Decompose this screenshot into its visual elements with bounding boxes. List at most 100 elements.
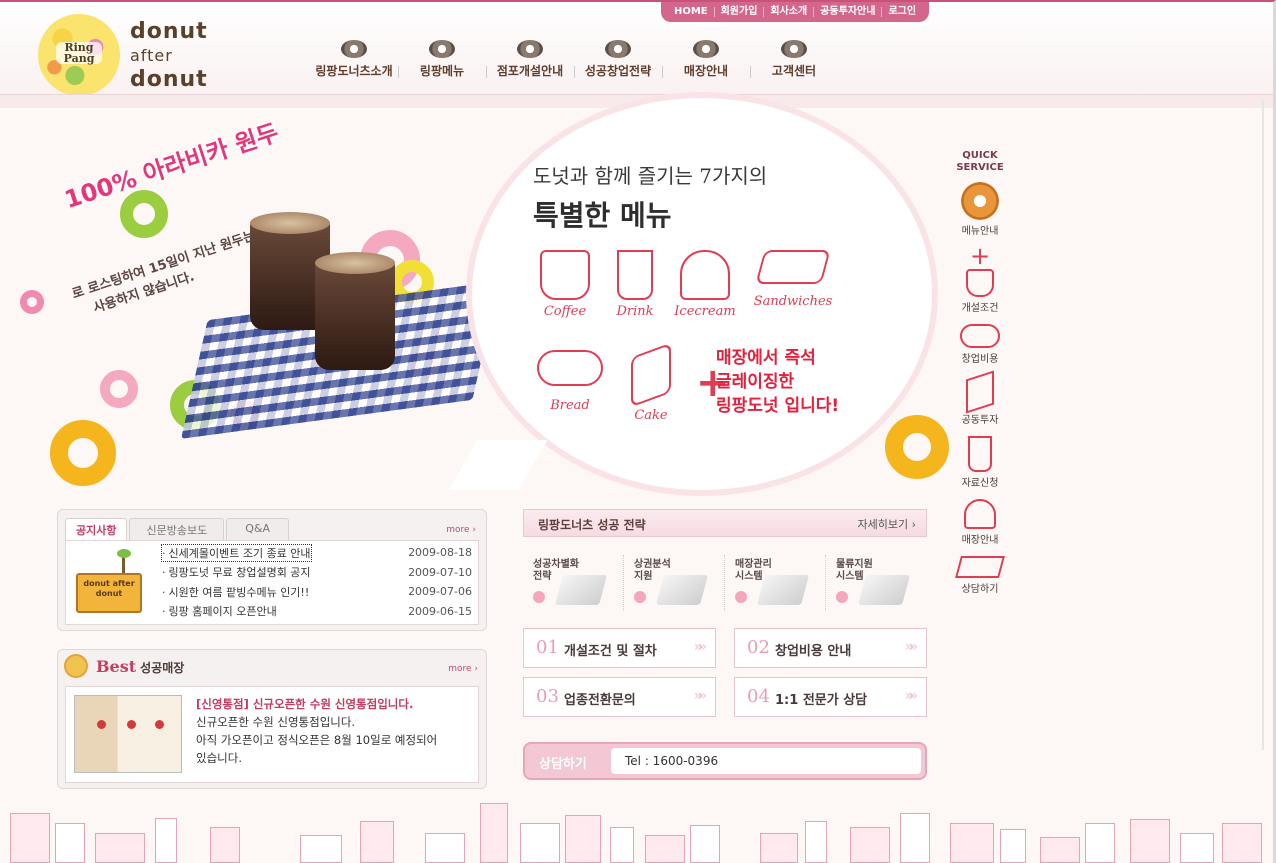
nav-item-menu[interactable]: 링팡메뉴 [398, 40, 486, 79]
notice-date: 2009-07-06 [408, 585, 472, 599]
house-icon [155, 818, 177, 863]
quick-item-consult[interactable]: 상담하기 [948, 556, 1012, 595]
quick-item-menu[interactable]: 메뉴안내 [948, 182, 1012, 237]
decor-ring-icon [120, 190, 168, 238]
decor-ring-icon [100, 370, 138, 408]
logo-wordmark: donut after donut [130, 20, 208, 92]
tab-press[interactable]: 신문방송보도 [129, 518, 225, 541]
best-store-header: Best 성공매장 more › [58, 650, 488, 682]
house-icon [10, 813, 50, 863]
list-item[interactable]: 링팡도넛 무료 창업설명회 공지 2009-07-10 [162, 563, 473, 583]
step-button-03[interactable]: 03 업종전환문의 »» [523, 677, 716, 717]
step-button-02[interactable]: 02 창업비용 안내 »» [734, 628, 927, 668]
house-icon [805, 821, 827, 863]
tab-notice[interactable]: 공지사항 [65, 518, 128, 541]
notice-title: 링팡도넛 무료 창업설명회 공지 [162, 564, 311, 580]
list-item[interactable]: 링팡 홈페이지 오픈안내 2009-06-15 [162, 602, 473, 622]
top-menu-signup[interactable]: 회원가입 [713, 7, 764, 17]
top-menu-investment[interactable]: 공동투자안내 [813, 7, 881, 17]
map-icon [655, 575, 709, 605]
quick-item-cost[interactable]: 창업비용 [948, 324, 1012, 365]
nav-item-store-open[interactable]: 점포개설안내 [486, 40, 574, 79]
quick-item-investment[interactable]: 공동투자 [948, 370, 1012, 426]
top-menu-home[interactable]: HOME [668, 7, 714, 17]
nav-item-stores[interactable]: 매장안내 [662, 40, 750, 79]
logo-ring-pang-text: Ring Pang [56, 42, 102, 64]
list-item[interactable]: 시원한 여름 팥빙수메뉴 인기!! 2009-07-06 [162, 582, 473, 602]
house-icon [950, 823, 994, 863]
strategy-item-market-analysis[interactable]: 상권분석 지원 [624, 555, 725, 611]
logo-line1: donut [130, 19, 208, 44]
quick-item-conditions[interactable]: + 개설조건 [948, 242, 1012, 314]
medal-icon [64, 654, 88, 678]
house-icon [95, 833, 145, 863]
store-photo[interactable] [74, 695, 182, 773]
menu-item-coffee[interactable]: Coffee [530, 250, 600, 319]
notice-more-link[interactable]: more › [446, 525, 476, 535]
menu-item-drink[interactable]: Drink [600, 250, 670, 319]
house-icon [425, 833, 465, 863]
quick-service-title: QUICK SERVICE [956, 150, 1004, 173]
notice-date: 2009-08-18 [408, 546, 472, 560]
coffee-cup-graphic [315, 252, 395, 370]
donut-icon [781, 40, 807, 58]
step-number: 04 [747, 686, 770, 707]
strategy-item-logistics[interactable]: 물류지원 시스템 [826, 555, 927, 611]
consult-bar[interactable]: 상담하기 Tel : 1600-0396 [523, 742, 927, 780]
nav-item-intro[interactable]: 링팡도너츠소개 [310, 40, 398, 79]
house-icon [1085, 823, 1115, 863]
menu-item-sandwiches[interactable]: Sandwiches [748, 250, 838, 309]
top-utility-menu: HOME 회원가입 회사소개 공동투자안내 로그인 [661, 2, 929, 22]
house-icon [645, 835, 685, 863]
house-icon [690, 825, 720, 863]
menu-item-label: Icecream [674, 304, 736, 319]
best-store-subtitle: 성공매장 [140, 661, 185, 675]
nav-label: 링팡도너츠소개 [315, 64, 393, 78]
step-number: 02 [747, 637, 770, 658]
decor-ring-icon [50, 420, 116, 486]
nav-label: 매장안내 [683, 64, 729, 78]
tab-qna[interactable]: Q&A [226, 518, 289, 541]
house-icon [610, 827, 634, 863]
bullet-icon [634, 591, 646, 603]
cake-icon [966, 370, 994, 414]
best-store-title: Best 성공매장 [96, 657, 185, 676]
house-icon [1000, 829, 1026, 863]
drink-icon [968, 436, 992, 472]
main-navigation: 링팡도너츠소개 링팡메뉴 점포개설안내 성공창업전략 매장안내 고객센터 [310, 40, 838, 79]
quick-item-stores[interactable]: 매장안내 [948, 499, 1012, 546]
menu-item-label: Bread [550, 398, 590, 413]
list-item[interactable]: 신세계몰이벤트 조기 종료 안내 2009-08-18 [161, 543, 472, 563]
speech-bubble-tail [448, 440, 548, 490]
menu-item-cake[interactable]: Cake [616, 342, 686, 423]
step-label: 개설조건 및 절차 [564, 644, 657, 659]
top-menu-login[interactable]: 로그인 [881, 7, 922, 17]
step-button-04[interactable]: 04 1:1 전문가 상담 »» [734, 677, 927, 717]
nav-item-support[interactable]: 고객센터 [750, 40, 838, 79]
strategy-title: 링팡도너츠 성공 전략 [538, 518, 646, 532]
best-more-link[interactable]: more › [448, 664, 478, 674]
coffee-headline: 100% 아라비카 원두 [61, 118, 283, 215]
double-chevron-icon: »» [693, 688, 707, 704]
notice-panel: 공지사항 신문방송보도 Q&A more › donut after donut… [57, 509, 487, 631]
town-illustration-footer [0, 790, 1273, 863]
step-button-01[interactable]: 01 개설조건 및 절차 »» [523, 628, 716, 668]
boxes-icon [857, 575, 911, 605]
quick-item-label: 창업비용 [961, 354, 999, 365]
quick-item-label: 메뉴안내 [961, 226, 999, 237]
top-menu-company[interactable]: 회사소개 [763, 7, 813, 17]
quick-item-request[interactable]: 자료신청 [948, 436, 1012, 489]
coffee-cup-icon [540, 250, 590, 300]
nav-label: 고객센터 [771, 64, 817, 78]
glazing-note: 매장에서 즉석 글레이징한 링팡도넛 입니다! [716, 346, 839, 418]
menu-item-bread[interactable]: Bread [530, 350, 610, 413]
logo[interactable]: Ring Pang donut after donut [38, 14, 228, 96]
plus-icon: + [969, 242, 991, 270]
document-icon [554, 575, 608, 605]
menu-item-icecream[interactable]: Icecream [670, 250, 740, 319]
nav-item-strategy[interactable]: 성공창업전략 [574, 40, 662, 79]
best-store-headline[interactable]: [신영통점] 신규오픈한 수원 신영통점입니다. [196, 695, 476, 713]
strategy-item-store-management[interactable]: 매장관리 시스템 [725, 555, 826, 611]
strategy-item-differentiation[interactable]: 성공차별화 전략 [523, 555, 624, 611]
strategy-more-link[interactable]: 자세히보기 › [858, 516, 917, 532]
